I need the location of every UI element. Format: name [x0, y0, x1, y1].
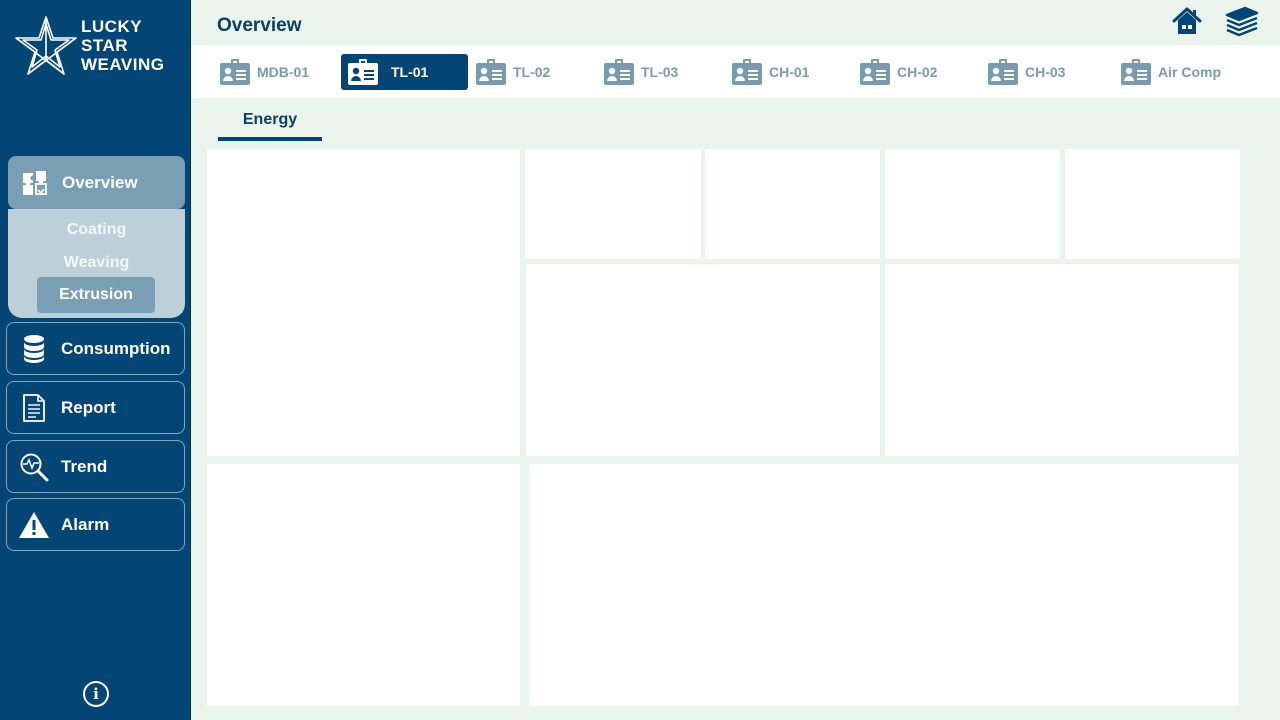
tab-tl-02[interactable]: TL-02 [456, 54, 550, 90]
dashboard-panel-middle-left [526, 264, 880, 456]
sidebar-item-alarm[interactable]: Alarm [6, 498, 185, 551]
sidebar-item-label: Overview [62, 172, 138, 192]
dashboard-panel-middle-right [885, 264, 1239, 456]
sidebar-item-label: Alarm [61, 514, 110, 534]
tab-ch-02[interactable]: CH-02 [840, 54, 937, 90]
tab-tl-03[interactable]: TL-03 [584, 54, 678, 90]
star-logo-icon [15, 16, 77, 75]
submenu-item-weaving[interactable]: Weaving [8, 254, 185, 272]
brand-line-3: WEAVING [81, 55, 165, 74]
id-card-icon [988, 59, 1018, 85]
tab-tl-01[interactable]: TL-01 [341, 54, 468, 90]
brand-line-1: LUCKY [81, 17, 143, 36]
sidebar-item-overview[interactable]: Overview [8, 156, 185, 209]
tab-label: CH-02 [897, 64, 938, 80]
page-title: Overview [217, 15, 302, 36]
dashboard-kpi-card-1 [525, 149, 701, 259]
tab-energy[interactable]: Energy [218, 107, 322, 141]
tab-mdb-01[interactable]: MDB-01 [200, 54, 309, 90]
sidebar-item-report[interactable]: Report [6, 381, 185, 434]
magnifier-trend-icon [7, 452, 61, 482]
tab-air-comp[interactable]: Air Comp [1101, 54, 1221, 90]
id-card-icon [476, 59, 506, 85]
id-card-icon [860, 59, 890, 85]
device-tab-bar: MDB-01 TL-01 TL-02 TL-03 CH-01 CH-02 CH-… [191, 45, 1280, 98]
tab-label: TL-01 [391, 64, 429, 80]
dashboard-panel-main [207, 149, 520, 456]
submenu-item-extrusion[interactable]: Extrusion [37, 277, 155, 313]
sidebar-item-label: Trend [61, 456, 108, 476]
tab-label: TL-02 [513, 64, 551, 80]
tab-label: CH-01 [769, 64, 810, 80]
dashboard-kpi-card-4 [1065, 149, 1240, 259]
id-card-icon [220, 59, 250, 85]
document-icon [7, 393, 61, 423]
submenu-item-coating[interactable]: Coating [8, 221, 185, 239]
overview-submenu: Coating Weaving Extrusion [8, 209, 185, 318]
dashboard-kpi-card-2 [705, 149, 880, 259]
database-icon [7, 334, 61, 364]
layers-icon[interactable] [1225, 6, 1259, 43]
tab-ch-03[interactable]: CH-03 [968, 54, 1065, 90]
dashboard-panel-bottom-left [207, 464, 520, 706]
warning-icon [7, 511, 61, 539]
id-card-icon [348, 59, 378, 85]
brand-name: LUCKY STAR WEAVING [81, 17, 164, 74]
sidebar-item-trend[interactable]: Trend [6, 440, 185, 493]
info-icon[interactable]: i [83, 681, 109, 707]
brand-logo: LUCKY STAR WEAVING [14, 14, 184, 80]
tab-label: MDB-01 [257, 64, 310, 80]
tab-ch-01[interactable]: CH-01 [712, 54, 809, 90]
id-card-icon [732, 59, 762, 85]
brand-line-2: STAR [81, 36, 129, 55]
dashboard-panel-bottom-right [529, 464, 1239, 706]
tab-label: TL-03 [641, 64, 679, 80]
home-icon[interactable] [1171, 6, 1203, 41]
tab-label: CH-03 [1025, 64, 1066, 80]
sidebar-item-label: Report [61, 397, 116, 417]
sidebar: LUCKY STAR WEAVING Overview Coating Weav… [0, 0, 191, 720]
sidebar-item-label: Consumption [61, 338, 171, 358]
id-card-icon [604, 59, 634, 85]
id-card-icon [1121, 59, 1151, 85]
dashboard-kpi-card-3 [885, 149, 1060, 259]
puzzle-icon [8, 169, 62, 197]
tab-label: Air Comp [1158, 64, 1221, 80]
sidebar-item-consumption[interactable]: Consumption [6, 322, 185, 375]
